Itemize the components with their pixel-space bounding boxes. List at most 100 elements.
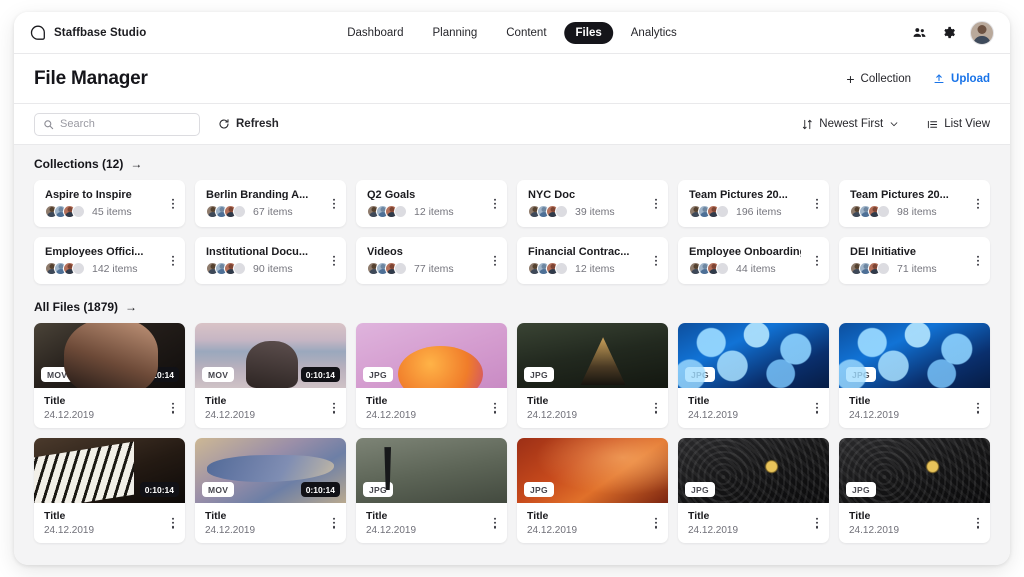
- app-window: Staffbase Studio Dashboard Planning Cont…: [14, 12, 1010, 565]
- collection-item-count: 44 items: [736, 263, 776, 275]
- collection-menu-button[interactable]: [653, 253, 659, 268]
- collection-card[interactable]: DEI Initiative 71 items: [839, 237, 990, 284]
- people-icon[interactable]: [912, 25, 927, 40]
- collection-menu-button[interactable]: [814, 253, 820, 268]
- file-menu-button[interactable]: [975, 401, 981, 416]
- collection-menu-button[interactable]: [975, 253, 981, 268]
- collection-menu-button[interactable]: [170, 253, 176, 268]
- collection-name: Team Pictures 20...: [689, 189, 801, 200]
- nav-item-files[interactable]: Files: [565, 22, 613, 44]
- file-menu-button[interactable]: [170, 401, 176, 416]
- file-card[interactable]: JPG Title 24.12.2019: [356, 323, 507, 428]
- file-type-badge: MOV: [202, 367, 234, 382]
- collection-menu-button[interactable]: [492, 253, 498, 268]
- file-menu-button[interactable]: [331, 401, 337, 416]
- search-input[interactable]: Search: [34, 113, 200, 136]
- collection-card[interactable]: Berlin Branding A... 67 items: [195, 180, 346, 227]
- search-placeholder: Search: [60, 118, 95, 130]
- file-thumbnail: MOV 0:10:14: [34, 323, 185, 388]
- collection-name: Videos: [367, 246, 479, 257]
- collection-menu-button[interactable]: [170, 196, 176, 211]
- file-card[interactable]: MOV 0:10:14 Title 24.12.2019: [195, 323, 346, 428]
- file-menu-button[interactable]: [814, 516, 820, 531]
- collection-menu-button[interactable]: [331, 196, 337, 211]
- avatar-overflow-icon: [555, 205, 568, 218]
- avatar[interactable]: [970, 21, 994, 45]
- main-nav: Dashboard Planning Content Files Analyti…: [336, 22, 688, 44]
- collection-card[interactable]: Employee Onboarding 44 items: [678, 237, 829, 284]
- file-menu-button[interactable]: [331, 516, 337, 531]
- file-card[interactable]: JPG Title 24.12.2019: [678, 438, 829, 543]
- file-thumbnail: JPG: [356, 438, 507, 503]
- collections-section-header[interactable]: Collections (12) →: [34, 157, 990, 171]
- all-files-section-header[interactable]: All Files (1879) →: [34, 300, 990, 314]
- collection-item-count: 98 items: [897, 206, 937, 218]
- collection-menu-button[interactable]: [492, 196, 498, 211]
- file-card[interactable]: MOV 0:10:14 Title 24.12.2019: [34, 323, 185, 428]
- file-title: Title: [205, 395, 337, 407]
- collection-name: Financial Contrac...: [528, 246, 640, 257]
- file-info: Title 24.12.2019: [34, 503, 185, 543]
- file-menu-button[interactable]: [492, 401, 498, 416]
- nav-item-planning[interactable]: Planning: [421, 22, 488, 44]
- sort-dropdown[interactable]: Newest First: [802, 118, 899, 130]
- file-menu-button[interactable]: [492, 516, 498, 531]
- collection-meta: 196 items: [689, 205, 819, 218]
- file-thumbnail: JPG: [517, 323, 668, 388]
- file-date: 24.12.2019: [205, 525, 337, 536]
- file-date: 24.12.2019: [849, 410, 981, 421]
- file-menu-button[interactable]: [653, 401, 659, 416]
- file-card[interactable]: JPG Title 24.12.2019: [839, 323, 990, 428]
- refresh-button[interactable]: Refresh: [218, 118, 279, 130]
- file-type-badge: JPG: [846, 367, 876, 382]
- file-title: Title: [527, 395, 659, 407]
- collection-card[interactable]: NYC Doc 39 items: [517, 180, 668, 227]
- file-card[interactable]: JPG Title 24.12.2019: [517, 323, 668, 428]
- file-type-badge: MOV: [202, 482, 234, 497]
- file-card[interactable]: JPG Title 24.12.2019: [356, 438, 507, 543]
- add-collection-button[interactable]: + Collection: [846, 72, 911, 86]
- file-info: Title 24.12.2019: [839, 388, 990, 428]
- collection-item-count: 71 items: [897, 263, 937, 275]
- avatar-stack: [528, 205, 568, 218]
- file-card[interactable]: JPG Title 24.12.2019: [678, 323, 829, 428]
- collection-card[interactable]: Institutional Docu... 90 items: [195, 237, 346, 284]
- nav-item-content[interactable]: Content: [495, 22, 557, 44]
- file-type-badge: JPG: [685, 482, 715, 497]
- collection-meta: 44 items: [689, 262, 819, 275]
- collection-card[interactable]: Aspire to Inspire 45 items: [34, 180, 185, 227]
- collection-meta: 45 items: [45, 205, 175, 218]
- file-type-badge: MOV: [41, 367, 73, 382]
- file-card[interactable]: MOV 0:10:14 Title 24.12.2019: [34, 438, 185, 543]
- collection-meta: 71 items: [850, 262, 980, 275]
- file-menu-button[interactable]: [814, 401, 820, 416]
- brand[interactable]: Staffbase Studio: [30, 25, 146, 41]
- file-menu-button[interactable]: [975, 516, 981, 531]
- file-card[interactable]: JPG Title 24.12.2019: [839, 438, 990, 543]
- nav-item-analytics[interactable]: Analytics: [620, 22, 688, 44]
- view-toggle-button[interactable]: List View: [927, 118, 990, 130]
- collection-card[interactable]: Team Pictures 20... 98 items: [839, 180, 990, 227]
- collection-menu-button[interactable]: [975, 196, 981, 211]
- avatar-stack: [689, 262, 729, 275]
- file-card[interactable]: MOV 0:10:14 Title 24.12.2019: [195, 438, 346, 543]
- collection-card[interactable]: Q2 Goals 12 items: [356, 180, 507, 227]
- gear-icon[interactable]: [941, 25, 956, 40]
- collection-menu-button[interactable]: [331, 253, 337, 268]
- upload-button[interactable]: Upload: [933, 73, 990, 85]
- collection-card[interactable]: Employees Offici... 142 items: [34, 237, 185, 284]
- nav-item-dashboard[interactable]: Dashboard: [336, 22, 414, 44]
- all-files-title: All Files (1879): [34, 300, 118, 314]
- collection-card[interactable]: Team Pictures 20... 196 items: [678, 180, 829, 227]
- collection-meta: 142 items: [45, 262, 175, 275]
- file-date: 24.12.2019: [366, 525, 498, 536]
- collection-card[interactable]: Videos 77 items: [356, 237, 507, 284]
- file-info: Title 24.12.2019: [517, 503, 668, 543]
- file-menu-button[interactable]: [170, 516, 176, 531]
- collection-menu-button[interactable]: [653, 196, 659, 211]
- file-menu-button[interactable]: [653, 516, 659, 531]
- collection-menu-button[interactable]: [814, 196, 820, 211]
- collection-card[interactable]: Financial Contrac... 12 items: [517, 237, 668, 284]
- file-card[interactable]: JPG Title 24.12.2019: [517, 438, 668, 543]
- collection-meta: 12 items: [528, 262, 658, 275]
